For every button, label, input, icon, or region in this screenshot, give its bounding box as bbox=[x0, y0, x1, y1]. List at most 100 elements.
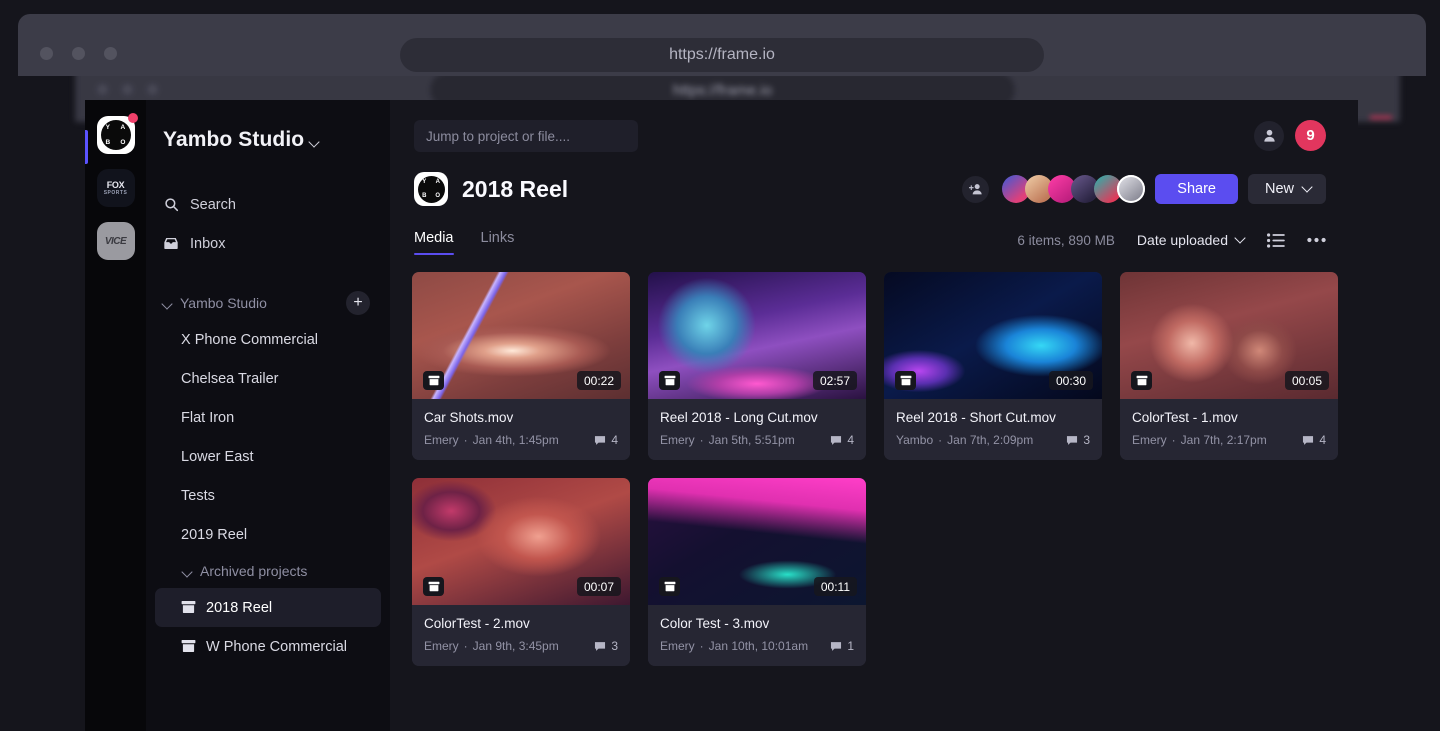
team-switcher[interactable]: Yambo Studio bbox=[146, 118, 390, 162]
sort-label: Date uploaded bbox=[1137, 232, 1228, 248]
media-card-body: ColorTest - 2.mov Emery · Jan 9th, 3:45p… bbox=[412, 605, 630, 666]
workspace-yambo[interactable]: Y A B O bbox=[97, 116, 135, 154]
comment-bubble-icon bbox=[594, 641, 606, 652]
comment-count-value: 3 bbox=[611, 639, 618, 653]
comment-count-value: 4 bbox=[847, 433, 854, 447]
url-bar[interactable]: https://frame.io bbox=[400, 38, 1044, 72]
media-thumbnail[interactable]: 00:30 bbox=[884, 272, 1102, 399]
archived-projects-header[interactable]: Archived projects bbox=[146, 554, 390, 588]
media-card[interactable]: 00:05 ColorTest - 1.mov Emery · Jan 7th,… bbox=[1120, 272, 1338, 460]
sidebar-project-chelsea-trailer[interactable]: Chelsea Trailer bbox=[155, 359, 381, 398]
notification-badge[interactable]: 9 bbox=[1295, 120, 1326, 151]
page-title: 2018 Reel bbox=[462, 176, 568, 203]
window-controls[interactable] bbox=[40, 47, 117, 60]
content-tabs: Media Links bbox=[414, 230, 514, 255]
sidebar-project-2018-reel[interactable]: 2018 Reel bbox=[155, 588, 381, 627]
media-grid: 00:22 Car Shots.mov Emery · Jan 4th, 1:4… bbox=[412, 272, 1348, 666]
archive-box-icon bbox=[181, 600, 196, 615]
screenshot-root: https://frame.io https://frame.io Y A B … bbox=[0, 0, 1440, 731]
fox-logo-text: FOX bbox=[107, 181, 125, 190]
media-card[interactable]: 00:11 Color Test - 3.mov Emery · Jan 10t… bbox=[648, 478, 866, 666]
add-person-icon[interactable] bbox=[962, 176, 989, 203]
project-group-header[interactable]: Yambo Studio + bbox=[146, 286, 390, 320]
tab-links[interactable]: Links bbox=[481, 230, 515, 255]
close-dot[interactable] bbox=[40, 47, 53, 60]
media-author: Yambo bbox=[896, 433, 933, 447]
top-right-controls: 9 bbox=[1254, 120, 1326, 151]
header-actions: Share New bbox=[962, 174, 1326, 204]
maximize-dot[interactable] bbox=[104, 47, 117, 60]
sidebar-project-tests[interactable]: Tests bbox=[155, 476, 381, 515]
media-card[interactable]: 00:22 Car Shots.mov Emery · Jan 4th, 1:4… bbox=[412, 272, 630, 460]
jump-to-search-input[interactable]: Jump to project or file.... bbox=[414, 120, 638, 152]
comment-count[interactable]: 4 bbox=[830, 433, 854, 447]
media-thumbnail[interactable]: 02:57 bbox=[648, 272, 866, 399]
comment-count[interactable]: 4 bbox=[1302, 433, 1326, 447]
media-thumbnail[interactable]: 00:07 bbox=[412, 478, 630, 605]
person-icon[interactable] bbox=[1254, 121, 1284, 151]
avatar[interactable] bbox=[1117, 175, 1145, 203]
sidebar: Yambo Studio Search Inbox bbox=[146, 100, 390, 731]
comment-bubble-icon bbox=[594, 435, 606, 446]
comment-count[interactable]: 3 bbox=[594, 639, 618, 653]
comment-count[interactable]: 4 bbox=[594, 433, 618, 447]
main-content: Jump to project or file.... 9 Y A B O bbox=[390, 100, 1358, 731]
list-view-icon[interactable] bbox=[1267, 233, 1285, 248]
media-filename: Reel 2018 - Short Cut.mov bbox=[896, 410, 1090, 425]
comment-bubble-icon bbox=[1066, 435, 1078, 446]
project-label: Tests bbox=[181, 488, 215, 504]
meta-separator: · bbox=[938, 433, 942, 447]
project-label: Chelsea Trailer bbox=[181, 371, 279, 387]
media-author: Emery bbox=[1132, 433, 1167, 447]
sidebar-project-w-phone-commercial[interactable]: W Phone Commercial bbox=[155, 627, 381, 666]
media-card[interactable]: 00:30 Reel 2018 - Short Cut.mov Yambo · … bbox=[884, 272, 1102, 460]
workspace-fox-sports[interactable]: FOX SPORTS bbox=[97, 169, 135, 207]
project-label: 2019 Reel bbox=[181, 527, 247, 543]
media-card[interactable]: 00:07 ColorTest - 2.mov Emery · Jan 9th,… bbox=[412, 478, 630, 666]
media-thumbnail[interactable]: 00:11 bbox=[648, 478, 866, 605]
media-meta: Emery · Jan 4th, 1:45pm 4 bbox=[424, 433, 618, 447]
share-button[interactable]: Share bbox=[1155, 174, 1238, 204]
project-label: Lower East bbox=[181, 449, 254, 465]
background-url-text: https://frame.io bbox=[673, 82, 772, 99]
archived-projects-label: Archived projects bbox=[200, 563, 307, 579]
sidebar-item-inbox[interactable]: Inbox bbox=[146, 224, 390, 263]
media-card[interactable]: 02:57 Reel 2018 - Long Cut.mov Emery · J… bbox=[648, 272, 866, 460]
comment-bubble-icon bbox=[830, 641, 842, 652]
duration-badge: 00:07 bbox=[577, 577, 621, 596]
sidebar-project-flat-iron[interactable]: Flat Iron bbox=[155, 398, 381, 437]
media-meta: Emery · Jan 5th, 5:51pm 4 bbox=[660, 433, 854, 447]
sidebar-project-lower-east[interactable]: Lower East bbox=[155, 437, 381, 476]
vice-logo-text: VICE bbox=[105, 236, 126, 247]
new-button[interactable]: New bbox=[1248, 174, 1326, 204]
sort-dropdown[interactable]: Date uploaded bbox=[1137, 232, 1245, 248]
logo-letter-b: B bbox=[422, 193, 426, 199]
archive-box-icon bbox=[659, 577, 680, 596]
team-name: Yambo Studio bbox=[163, 128, 304, 152]
sidebar-item-search[interactable]: Search bbox=[146, 185, 390, 224]
media-filename: Car Shots.mov bbox=[424, 410, 618, 425]
sidebar-item-label: Search bbox=[190, 197, 236, 213]
sidebar-project-2019-reel[interactable]: 2019 Reel bbox=[155, 515, 381, 554]
more-options-icon[interactable] bbox=[1307, 237, 1326, 243]
new-button-label: New bbox=[1265, 181, 1294, 197]
media-meta: Emery · Jan 9th, 3:45pm 3 bbox=[424, 639, 618, 653]
duration-badge: 00:05 bbox=[1285, 371, 1329, 390]
duration-badge: 00:22 bbox=[577, 371, 621, 390]
media-thumbnail[interactable]: 00:22 bbox=[412, 272, 630, 399]
workspace-vice[interactable]: VICE bbox=[97, 222, 135, 260]
project-label: W Phone Commercial bbox=[206, 639, 347, 655]
comment-count[interactable]: 3 bbox=[1066, 433, 1090, 447]
background-window-controls bbox=[97, 84, 158, 95]
frameio-app: Y A B O FOX SPORTS VICE Yambo Studio bbox=[85, 100, 1358, 731]
minimize-dot[interactable] bbox=[72, 47, 85, 60]
sidebar-project-x-phone-commercial[interactable]: X Phone Commercial bbox=[155, 320, 381, 359]
comment-count[interactable]: 1 bbox=[830, 639, 854, 653]
yambo-logo-icon: Y A B O bbox=[101, 120, 131, 150]
add-project-button[interactable]: + bbox=[346, 291, 370, 315]
media-thumbnail[interactable]: 00:05 bbox=[1120, 272, 1338, 399]
media-card-body: Color Test - 3.mov Emery · Jan 10th, 10:… bbox=[648, 605, 866, 666]
project-label: Flat Iron bbox=[181, 410, 234, 426]
logo-letter-y: Y bbox=[422, 179, 426, 185]
tab-media[interactable]: Media bbox=[414, 230, 454, 255]
